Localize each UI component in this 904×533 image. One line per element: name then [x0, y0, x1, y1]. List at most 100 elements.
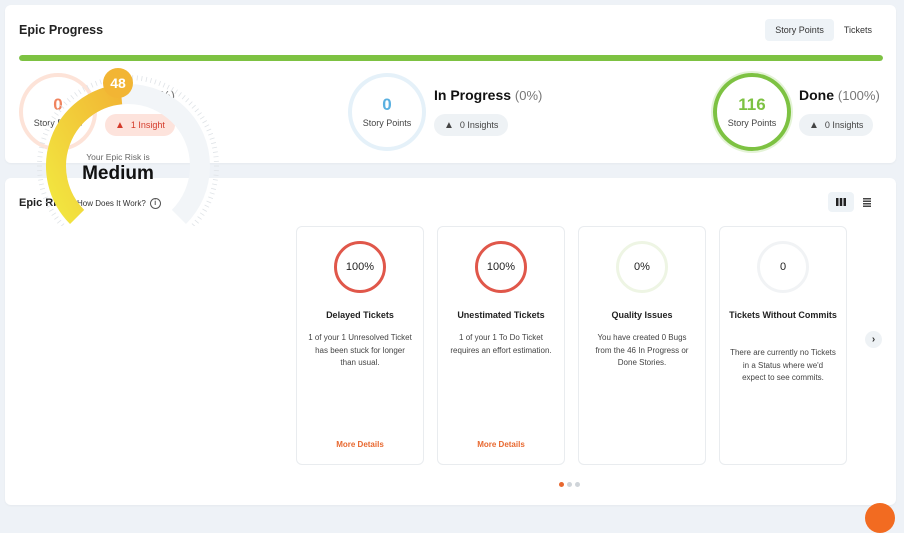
- gauge-tick: [205, 205, 209, 207]
- quality-issues-description: You have created 0 Bugs from the 46 In P…: [589, 332, 695, 370]
- tickets-without-commits-description: There are currently no Tickets in a Stat…: [730, 347, 836, 385]
- carousel-dot-2[interactable]: [567, 482, 572, 487]
- delayed-tickets-more-details-link[interactable]: More Details: [297, 440, 423, 449]
- carousel-next-button[interactable]: ›: [865, 331, 882, 348]
- gauge-tick: [67, 98, 70, 102]
- done-insight-badge[interactable]: ▲ 0 Insights: [799, 114, 873, 136]
- in-progress-label: In Progress (0%): [434, 87, 542, 103]
- gauge-tick: [192, 105, 196, 108]
- gauge-tick: [100, 79, 102, 84]
- gauge-tick: [87, 85, 89, 89]
- gauge-tick: [83, 87, 86, 91]
- gauge-tick: [37, 156, 42, 157]
- carousel-pagination: [559, 482, 583, 487]
- carousel-dot-1[interactable]: [559, 482, 564, 487]
- gauge-tick: [189, 102, 193, 106]
- delayed-tickets-title: Delayed Tickets: [303, 308, 417, 323]
- gauge-tick: [57, 220, 61, 223]
- unestimated-tickets-description: 1 of your 1 To Do Ticket requires an eff…: [448, 332, 554, 357]
- done-insight-text: 0 Insights: [825, 120, 864, 130]
- gauge-tick: [95, 81, 97, 86]
- gauge-tick: [212, 184, 217, 185]
- gauge-tick: [195, 109, 199, 112]
- done-unit: Story Points: [728, 118, 777, 128]
- gauge-tick: [71, 95, 74, 99]
- gauge-tick: [54, 113, 58, 116]
- gauge-tick: [202, 121, 206, 124]
- gauge-tick: [150, 78, 151, 83]
- gauge-tick: [208, 197, 213, 199]
- view-toggle: [828, 192, 880, 212]
- gauge-tick: [57, 109, 61, 112]
- gauge-tick: [43, 197, 48, 199]
- list-icon: [863, 198, 871, 207]
- gauge-tick: [200, 116, 204, 119]
- in-progress-percent: (0%): [515, 88, 542, 103]
- gauge-tick: [75, 92, 78, 96]
- gauge-tick: [198, 113, 202, 116]
- gauge-tick: [200, 213, 204, 216]
- gauge-tick: [49, 121, 53, 124]
- quality-issues-title: Quality Issues: [585, 308, 699, 323]
- gauge-tick: [211, 188, 216, 189]
- gauge-tick: [202, 209, 206, 212]
- gauge-tick: [49, 209, 53, 212]
- gauge-tick: [207, 129, 212, 131]
- gauge-tick: [60, 224, 64, 226]
- tickets-toggle[interactable]: Tickets: [834, 19, 882, 41]
- gauge-tick: [52, 213, 56, 216]
- gauge-tick: [179, 92, 182, 96]
- gauge-tick: [91, 83, 93, 88]
- gauge-tick: [159, 81, 161, 86]
- carousel-dot-3[interactable]: [575, 482, 580, 487]
- gauge-tick: [78, 90, 81, 94]
- gauge-tick: [175, 90, 178, 94]
- gauge-tick: [214, 156, 219, 157]
- chevron-right-icon: ›: [872, 334, 875, 345]
- warning-icon: ▲: [444, 120, 454, 131]
- gauge-tick: [60, 105, 64, 108]
- warning-icon: ▲: [809, 120, 819, 131]
- status-done: 116 Story Points Done (100%) ▲ 0 Insight…: [713, 73, 888, 151]
- gauge-tick: [41, 193, 46, 195]
- story-points-toggle[interactable]: Story Points: [765, 19, 834, 41]
- done-ring: 116 Story Points: [713, 73, 791, 151]
- unestimated-tickets-more-details-link[interactable]: More Details: [438, 440, 564, 449]
- list-view-button[interactable]: [854, 192, 880, 212]
- done-label-text: Done: [799, 87, 834, 103]
- epic-progress-bar: [19, 55, 883, 61]
- gauge-tick: [163, 83, 165, 88]
- done-label: Done (100%): [799, 87, 880, 103]
- gauge-tick: [43, 133, 48, 135]
- done-percent: (100%): [838, 88, 880, 103]
- gauge-tick: [38, 152, 43, 153]
- gauge-tick: [213, 152, 218, 153]
- epic-progress-title: Epic Progress: [19, 23, 103, 37]
- in-progress-label-text: In Progress: [434, 87, 511, 103]
- gauge-tick: [207, 201, 212, 203]
- gauge-tick: [52, 116, 56, 119]
- gauge-tick: [214, 175, 219, 176]
- risk-level: Medium: [58, 163, 178, 185]
- unit-toggle: Story Points Tickets: [765, 19, 882, 41]
- gauge-tick: [186, 98, 189, 102]
- delayed-tickets-ring: 100%: [334, 241, 386, 293]
- gauge-tick: [167, 85, 169, 89]
- tickets-without-commits-title: Tickets Without Commits: [726, 308, 840, 323]
- gauge-tick: [213, 179, 218, 180]
- gauge-tick: [208, 133, 213, 135]
- gauge-tick: [47, 205, 51, 207]
- card-view-button[interactable]: [828, 192, 854, 212]
- delayed-tickets-description: 1 of your 1 Unresolved Ticket has been s…: [307, 332, 413, 370]
- gauge-tick: [40, 142, 45, 143]
- chat-launcher-button[interactable]: [865, 503, 895, 533]
- epic-progress-fill: [19, 55, 883, 61]
- gauge-tick: [211, 142, 216, 143]
- gauge-tick: [64, 102, 68, 106]
- in-progress-insight-badge[interactable]: ▲ 0 Insights: [434, 114, 508, 136]
- gauge-tick: [141, 76, 142, 81]
- metric-card-quality-issues: 0% Quality Issues You have created 0 Bug…: [578, 226, 706, 465]
- gauge-tick: [45, 201, 50, 203]
- gauge-tick: [45, 129, 50, 131]
- in-progress-unit: Story Points: [363, 118, 412, 128]
